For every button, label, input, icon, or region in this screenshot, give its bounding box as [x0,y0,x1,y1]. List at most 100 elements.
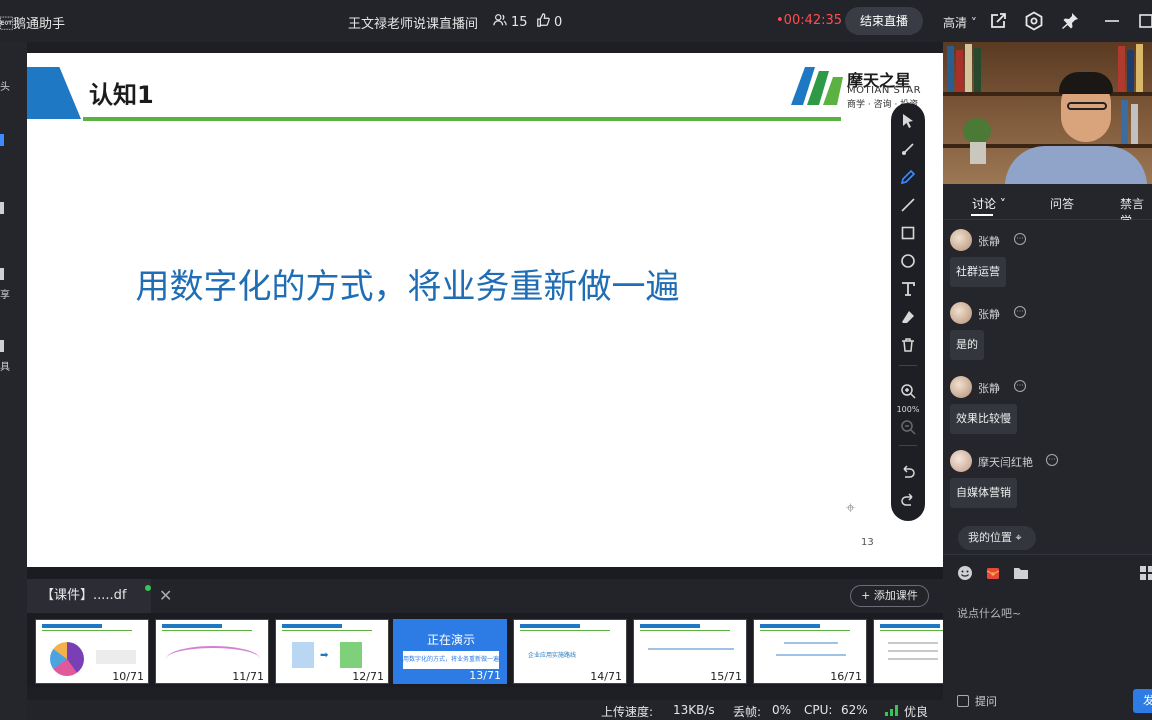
settings-icon[interactable] [1024,11,1044,31]
online-dot-icon [145,585,151,591]
thumbnail-wave-graphic [166,646,260,672]
circle-icon[interactable] [898,251,918,271]
more-icon[interactable]: ··· [1014,306,1026,318]
zoom-in-icon[interactable] [898,381,918,401]
maximize-icon[interactable] [1136,11,1152,31]
motian-star-logo: 摩天之星 MOTIAN STAR 商学 · 咨询 · 投资 [791,67,943,110]
end-live-button[interactable]: 结束直播 [845,7,923,35]
zoom-level: 100% [896,405,920,414]
quality-select[interactable]: 高清 ˅ [943,14,977,31]
audio-icon [0,202,4,214]
thumbnail-caption: 用数字化的方式，将业务重新做一遍 [403,651,499,669]
frame-drop-label: 丢帧: [733,705,762,719]
laser-icon[interactable] [898,139,918,159]
my-position-button[interactable]: 我的位置 ⌖ [958,526,1036,550]
thumbnail-17[interactable] [873,619,943,684]
left-nav: 头 享 具 [0,42,27,720]
chat-list[interactable]: 张静 ··· 社群运营 张静 ··· 是的 张静 ··· 效果比较慢 摩天闫红艳… [943,220,1152,554]
thumbnail-16[interactable]: 16/71 [753,619,867,684]
thumbnail-15[interactable]: 15/71 [633,619,747,684]
thumbnail-page-label: 11/71 [230,670,266,683]
rect-icon[interactable] [898,223,918,243]
left-nav-item-slides[interactable] [0,134,27,152]
drawing-toolbar: 100% [891,103,925,521]
ask-checkbox[interactable] [957,695,969,707]
slide-body-text: 用数字化的方式，将业务重新做一遍 [135,267,680,307]
left-nav-item-share[interactable]: 享 [0,268,27,301]
thumbnail-page-label: 15/71 [708,670,744,683]
left-nav-item-camera[interactable]: 头 [0,78,27,93]
chat-username: 张静 [978,382,1000,395]
add-course-button[interactable]: + 添加课件 [850,585,929,607]
eraser-icon[interactable] [898,307,918,327]
slides-icon [0,134,4,146]
signal-icon [885,705,898,716]
avatar[interactable] [950,229,972,251]
like-count[interactable]: 0 [536,13,562,31]
thumbnail-10[interactable]: 10/71 [35,619,149,684]
close-icon[interactable]: ✕ [159,586,172,605]
tools-icon [0,340,4,352]
more-icon[interactable]: ··· [1014,233,1026,245]
thumbnail-page-label: 13/71 [469,669,501,682]
cursor-crosshair-icon: ⌖ [846,498,856,517]
toolbar-divider [899,365,917,366]
slide-bottom-gap [27,567,943,579]
select-icon[interactable] [898,111,918,131]
teacher-video[interactable] [943,42,1152,184]
more-icon[interactable]: ··· [1046,454,1058,466]
glasses-graphic [1067,102,1107,110]
undo-icon[interactable] [898,461,918,481]
thumbnail-14[interactable]: 企业应用实施路线 14/71 [513,619,627,684]
more-icon[interactable]: ··· [1014,380,1026,392]
folder-icon[interactable] [1013,565,1029,581]
chat-bubble: 自媒体营销 [950,478,1017,508]
tab-discussion[interactable]: 讨论 ˅ [972,195,1006,212]
upload-speed-label: 上传速度: [601,705,654,719]
viewer-count[interactable]: 15 [493,13,528,31]
file-tab[interactable]: 【课件】.....df [27,579,151,613]
left-nav-item-audio[interactable] [0,202,27,220]
ask-label: 提问 [975,695,997,708]
thumbnail-12[interactable]: ➡ 12/71 [275,619,389,684]
redo-icon[interactable] [898,489,918,509]
location-pin-icon: ⌖ [1015,531,1022,544]
tab-qa[interactable]: 问答 [1050,195,1074,212]
slide-canvas[interactable]: 认知1 摩天之星 MOTIAN STAR 商学 · 咨询 · 投资 用数字化的方… [27,53,943,567]
avatar[interactable] [950,302,972,324]
viewer-count-value: 15 [511,14,528,30]
chat-input-area[interactable]: 说点什么吧~ 提问 发 [943,554,1152,720]
avatar[interactable] [950,450,972,472]
zoom-out-icon[interactable] [898,417,918,437]
send-button[interactable]: 发 [1133,689,1152,713]
thumbs-up-icon [536,13,550,31]
grid-icon[interactable] [1139,565,1152,581]
text-icon[interactable] [898,279,918,299]
pin-icon[interactable] [1060,11,1080,31]
thumbnail-caption: 企业应用实施路线 [528,652,577,659]
trash-icon[interactable] [898,335,918,355]
red-packet-icon[interactable] [985,565,1001,581]
frame-drop-value: 0% [772,703,792,717]
pen-icon[interactable] [898,167,918,187]
slide-title: 认知1 [89,81,154,109]
left-nav-item-tools[interactable]: 具 [0,340,27,373]
thumbnail-page-label: 14/71 [588,670,624,683]
upload-speed-value: 13KB/s [673,703,715,717]
thumbnail-11[interactable]: 11/71 [155,619,269,684]
thumbnail-page-label: 10/71 [110,670,146,683]
emoji-icon[interactable] [957,565,973,581]
thumbnail-page-label: 16/71 [828,670,864,683]
ask-question-toggle[interactable]: 提问 [957,693,997,709]
minimize-icon[interactable] [1102,11,1122,31]
chat-input-placeholder[interactable]: 说点什么吧~ [957,605,1021,621]
share-icon[interactable] [988,11,1008,31]
thumbnail-page-label: 12/71 [350,670,386,683]
avatar[interactable] [950,376,972,398]
chat-bubble: 社群运营 [950,257,1006,287]
people-icon [493,13,507,31]
file-tab-bar: 【课件】.....df ✕ + 添加课件 [27,579,943,613]
line-icon[interactable] [898,195,918,215]
thumbnail-13[interactable]: 正在演示 用数字化的方式，将业务重新做一遍 13/71 [393,619,507,684]
chat-username: 摩天闫红艳 [978,456,1033,469]
